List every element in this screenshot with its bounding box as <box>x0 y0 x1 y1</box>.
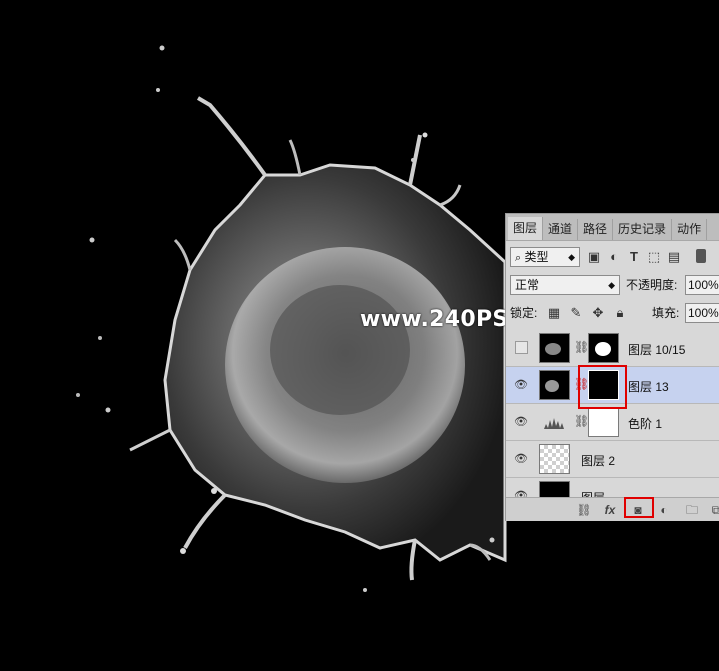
type-filter-icon[interactable]: T <box>626 249 642 265</box>
adjustment-filter-icon[interactable]: ◐ <box>606 249 622 265</box>
layer-row-2[interactable]: 👁︎ 图层 2 <box>506 441 719 478</box>
shape-filter-icon[interactable]: ⬚ <box>646 249 662 265</box>
tab-actions[interactable]: 动作 <box>672 219 708 240</box>
layer-row-levels-1[interactable]: 👁︎ ⛓︎ 色阶 1 <box>506 404 719 441</box>
blend-mode-value: 正常 <box>515 278 540 292</box>
fx-icon[interactable]: fx <box>602 502 618 518</box>
lock-position-icon[interactable]: ✥ <box>590 305 606 321</box>
tab-history[interactable]: 历史记录 <box>613 219 673 240</box>
lock-label: 锁定: <box>510 306 538 320</box>
layer-mask-thumbnail[interactable] <box>588 407 619 437</box>
tab-channels[interactable]: 通道 <box>543 219 579 240</box>
fill-label: 填充: <box>652 306 680 320</box>
smart-object-filter-icon[interactable]: ▤ <box>666 249 682 265</box>
layer-thumbnail <box>539 444 570 474</box>
fill-input[interactable]: 100% <box>685 303 719 323</box>
layer-name: 色阶 1 <box>628 417 663 431</box>
tab-paths[interactable]: 路径 <box>578 219 614 240</box>
layer-name: 图层 13 <box>628 380 669 394</box>
link-chain-icon[interactable]: ⛓︎ <box>574 414 589 428</box>
layer-name: 图层 10/15 <box>628 343 686 357</box>
layer-row-10-15[interactable]: ⛓︎ 图层 10/15 <box>506 330 719 367</box>
adjustment-icon[interactable]: ◐ <box>656 502 672 518</box>
visibility-toggle-off[interactable] <box>515 341 528 354</box>
eye-icon[interactable]: 👁︎ <box>514 452 528 466</box>
blend-mode-select[interactable]: 正常 ◆ <box>510 275 620 295</box>
mask-highlight-box <box>578 365 627 409</box>
add-mask-highlight-box <box>624 497 654 518</box>
opacity-label: 不透明度: <box>626 278 678 292</box>
pixel-filter-icon[interactable]: ▣ <box>586 249 602 265</box>
layer-row-partial[interactable]: 👁︎ 图层 <box>506 478 719 511</box>
eye-icon[interactable]: 👁︎ <box>514 378 528 392</box>
filter-row: ⌕ 类型 ◆ ▣ ◐ T ⬚ ▤ <box>506 245 719 269</box>
lock-image-icon[interactable]: ✎ <box>568 305 584 321</box>
new-layer-icon[interactable]: ⧉ <box>708 502 719 518</box>
dropdown-arrow-icon: ◆ <box>608 280 615 290</box>
search-icon: ⌕ <box>515 252 522 264</box>
eye-icon[interactable]: 👁︎ <box>514 415 528 429</box>
layer-name: 图层 2 <box>581 454 616 468</box>
folder-icon[interactable]: 🗀︎ <box>684 502 700 518</box>
panel-tabs: 图层 通道 路径 历史记录 动作 <box>506 214 719 241</box>
link-icon[interactable]: ⛓︎ <box>576 502 592 518</box>
tab-layers[interactable]: 图层 <box>508 217 544 240</box>
filter-type-value: 类型 <box>524 250 549 264</box>
link-chain-icon[interactable]: ⛓︎ <box>574 340 589 354</box>
panel-bottom-bar: ⛓︎ fx ◙ ◐ 🗀︎ ⧉ <box>506 497 719 521</box>
layer-mask-thumbnail[interactable] <box>588 333 619 363</box>
filter-toggle-icon[interactable] <box>696 249 706 263</box>
levels-adjustment-icon <box>544 414 566 430</box>
lock-row: 锁定: ▦ ✎ ✥ 🔒︎ 填充: 100% <box>506 300 719 326</box>
layer-thumbnail <box>539 370 570 400</box>
blend-row: 正常 ◆ 不透明度: 100% <box>506 272 719 298</box>
dropdown-arrow-icon: ◆ <box>568 252 575 262</box>
opacity-input[interactable]: 100% <box>685 275 719 295</box>
lock-all-icon[interactable]: 🔒︎ <box>612 305 628 321</box>
lock-transparent-icon[interactable]: ▦ <box>546 305 562 321</box>
layer-thumbnail <box>539 333 570 363</box>
filter-type-select[interactable]: ⌕ 类型 ◆ <box>510 247 580 267</box>
